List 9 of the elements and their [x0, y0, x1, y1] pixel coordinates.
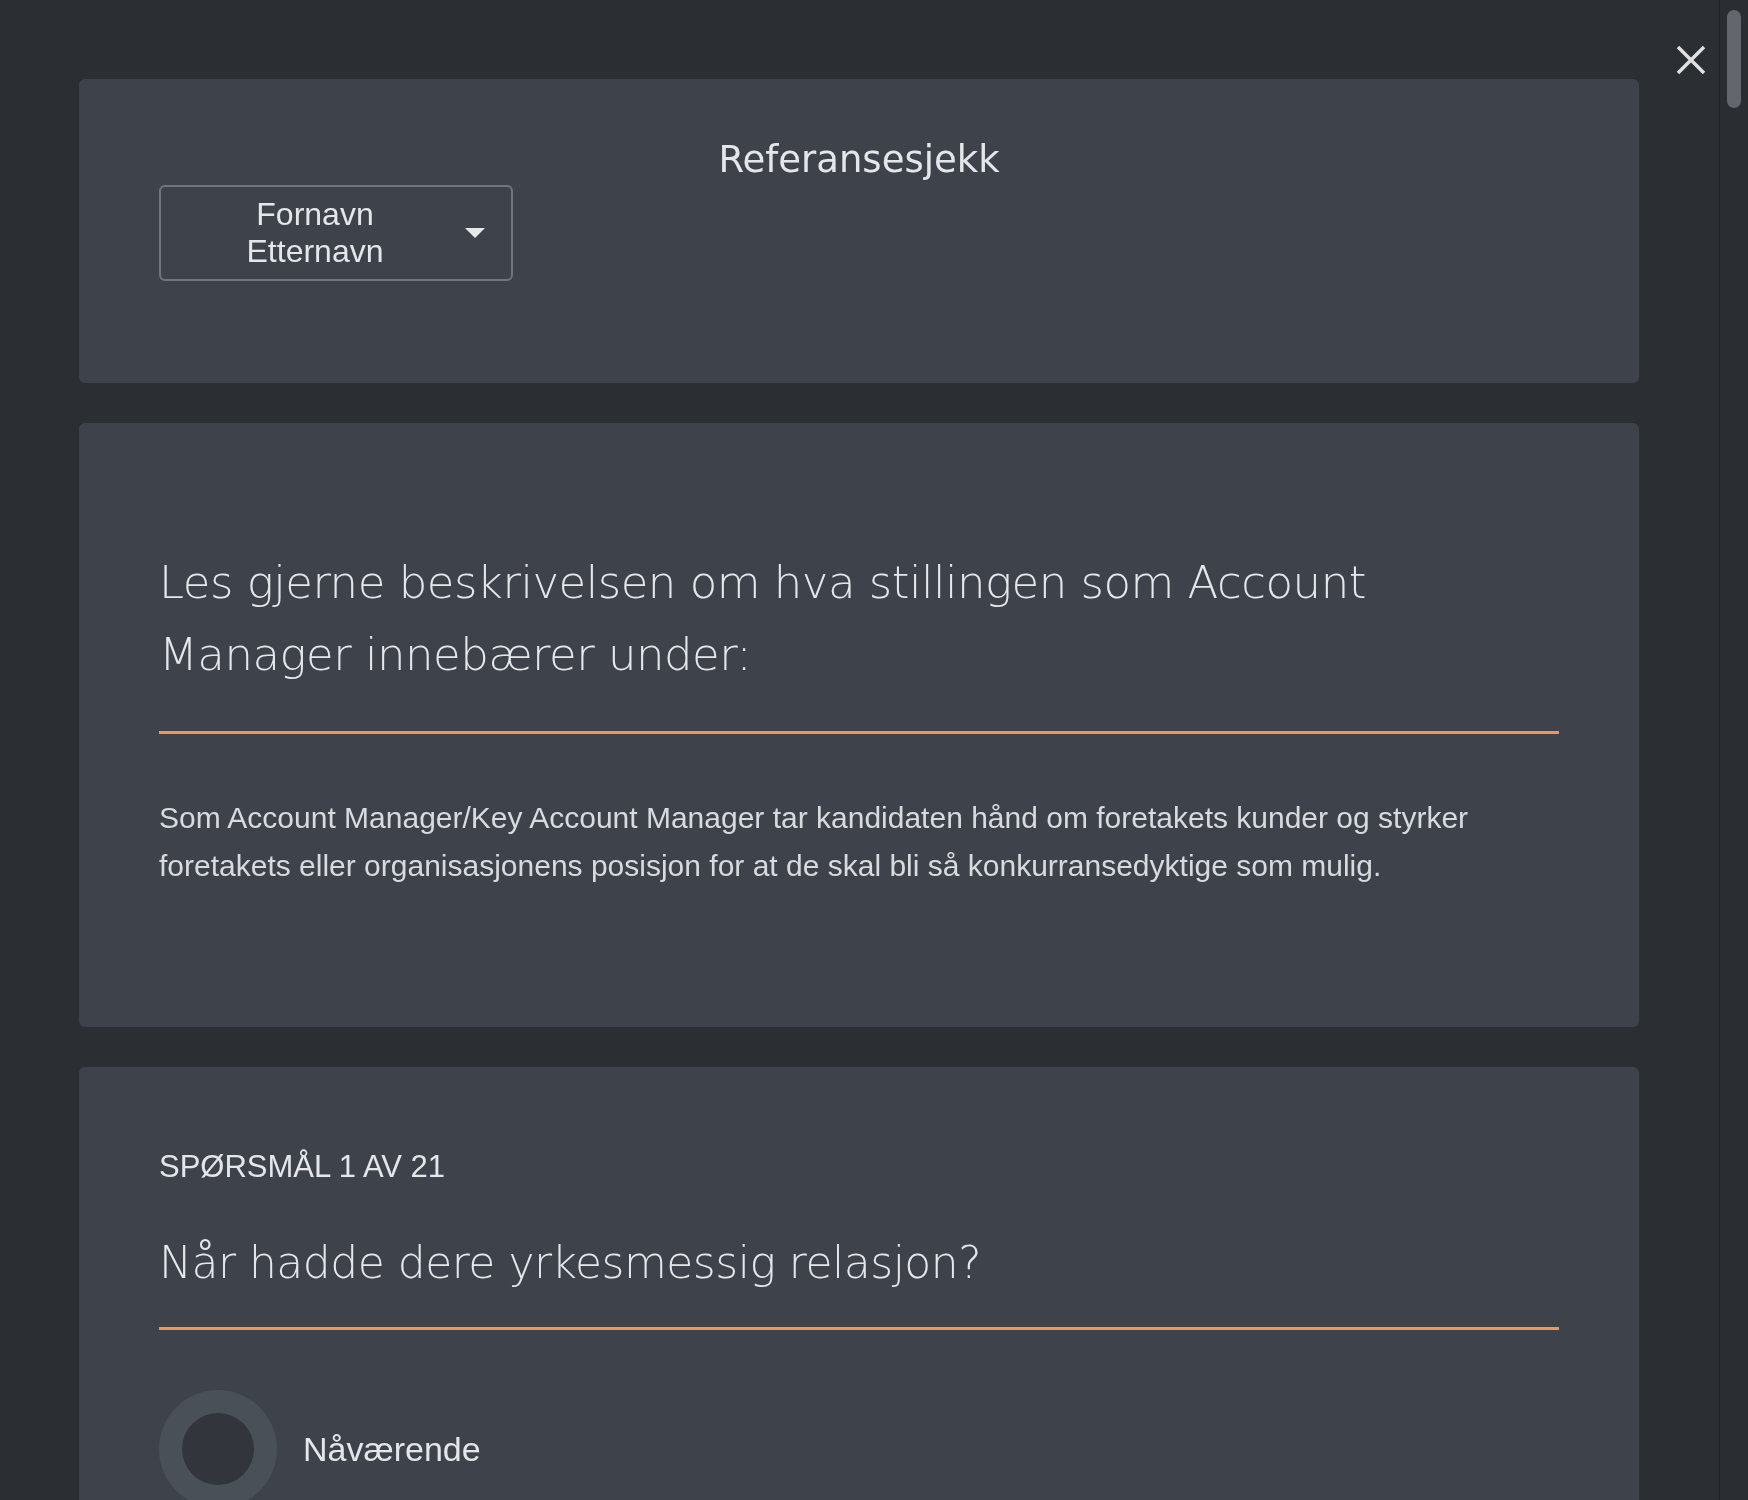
caret-icon — [465, 228, 485, 238]
description-text: Som Account Manager/Key Account Manager tar kandidaten hånd om foretakets kunder og styrker foretakets eller organisasjonens posisjon for at de skal bli så konkurransedyktige som mulig. — [159, 800, 1470, 884]
option-label[interactable]: Nåværende — [303, 1429, 481, 1469]
person-dropdown[interactable]: Fornavn Etternavn — [159, 185, 513, 281]
question-text: Når hadde dere yrkesmessig relasjon? — [159, 1236, 983, 1290]
page-title: Referansesjekk — [717, 137, 1001, 183]
close-icon[interactable] — [1676, 45, 1706, 75]
section-heading: Les gjerne beskrivelsen om hva stillingen som Account Manager innebærer under: — [159, 555, 1367, 683]
question-counter: SPØRSMÅL 1 AV 21 — [159, 1148, 447, 1186]
